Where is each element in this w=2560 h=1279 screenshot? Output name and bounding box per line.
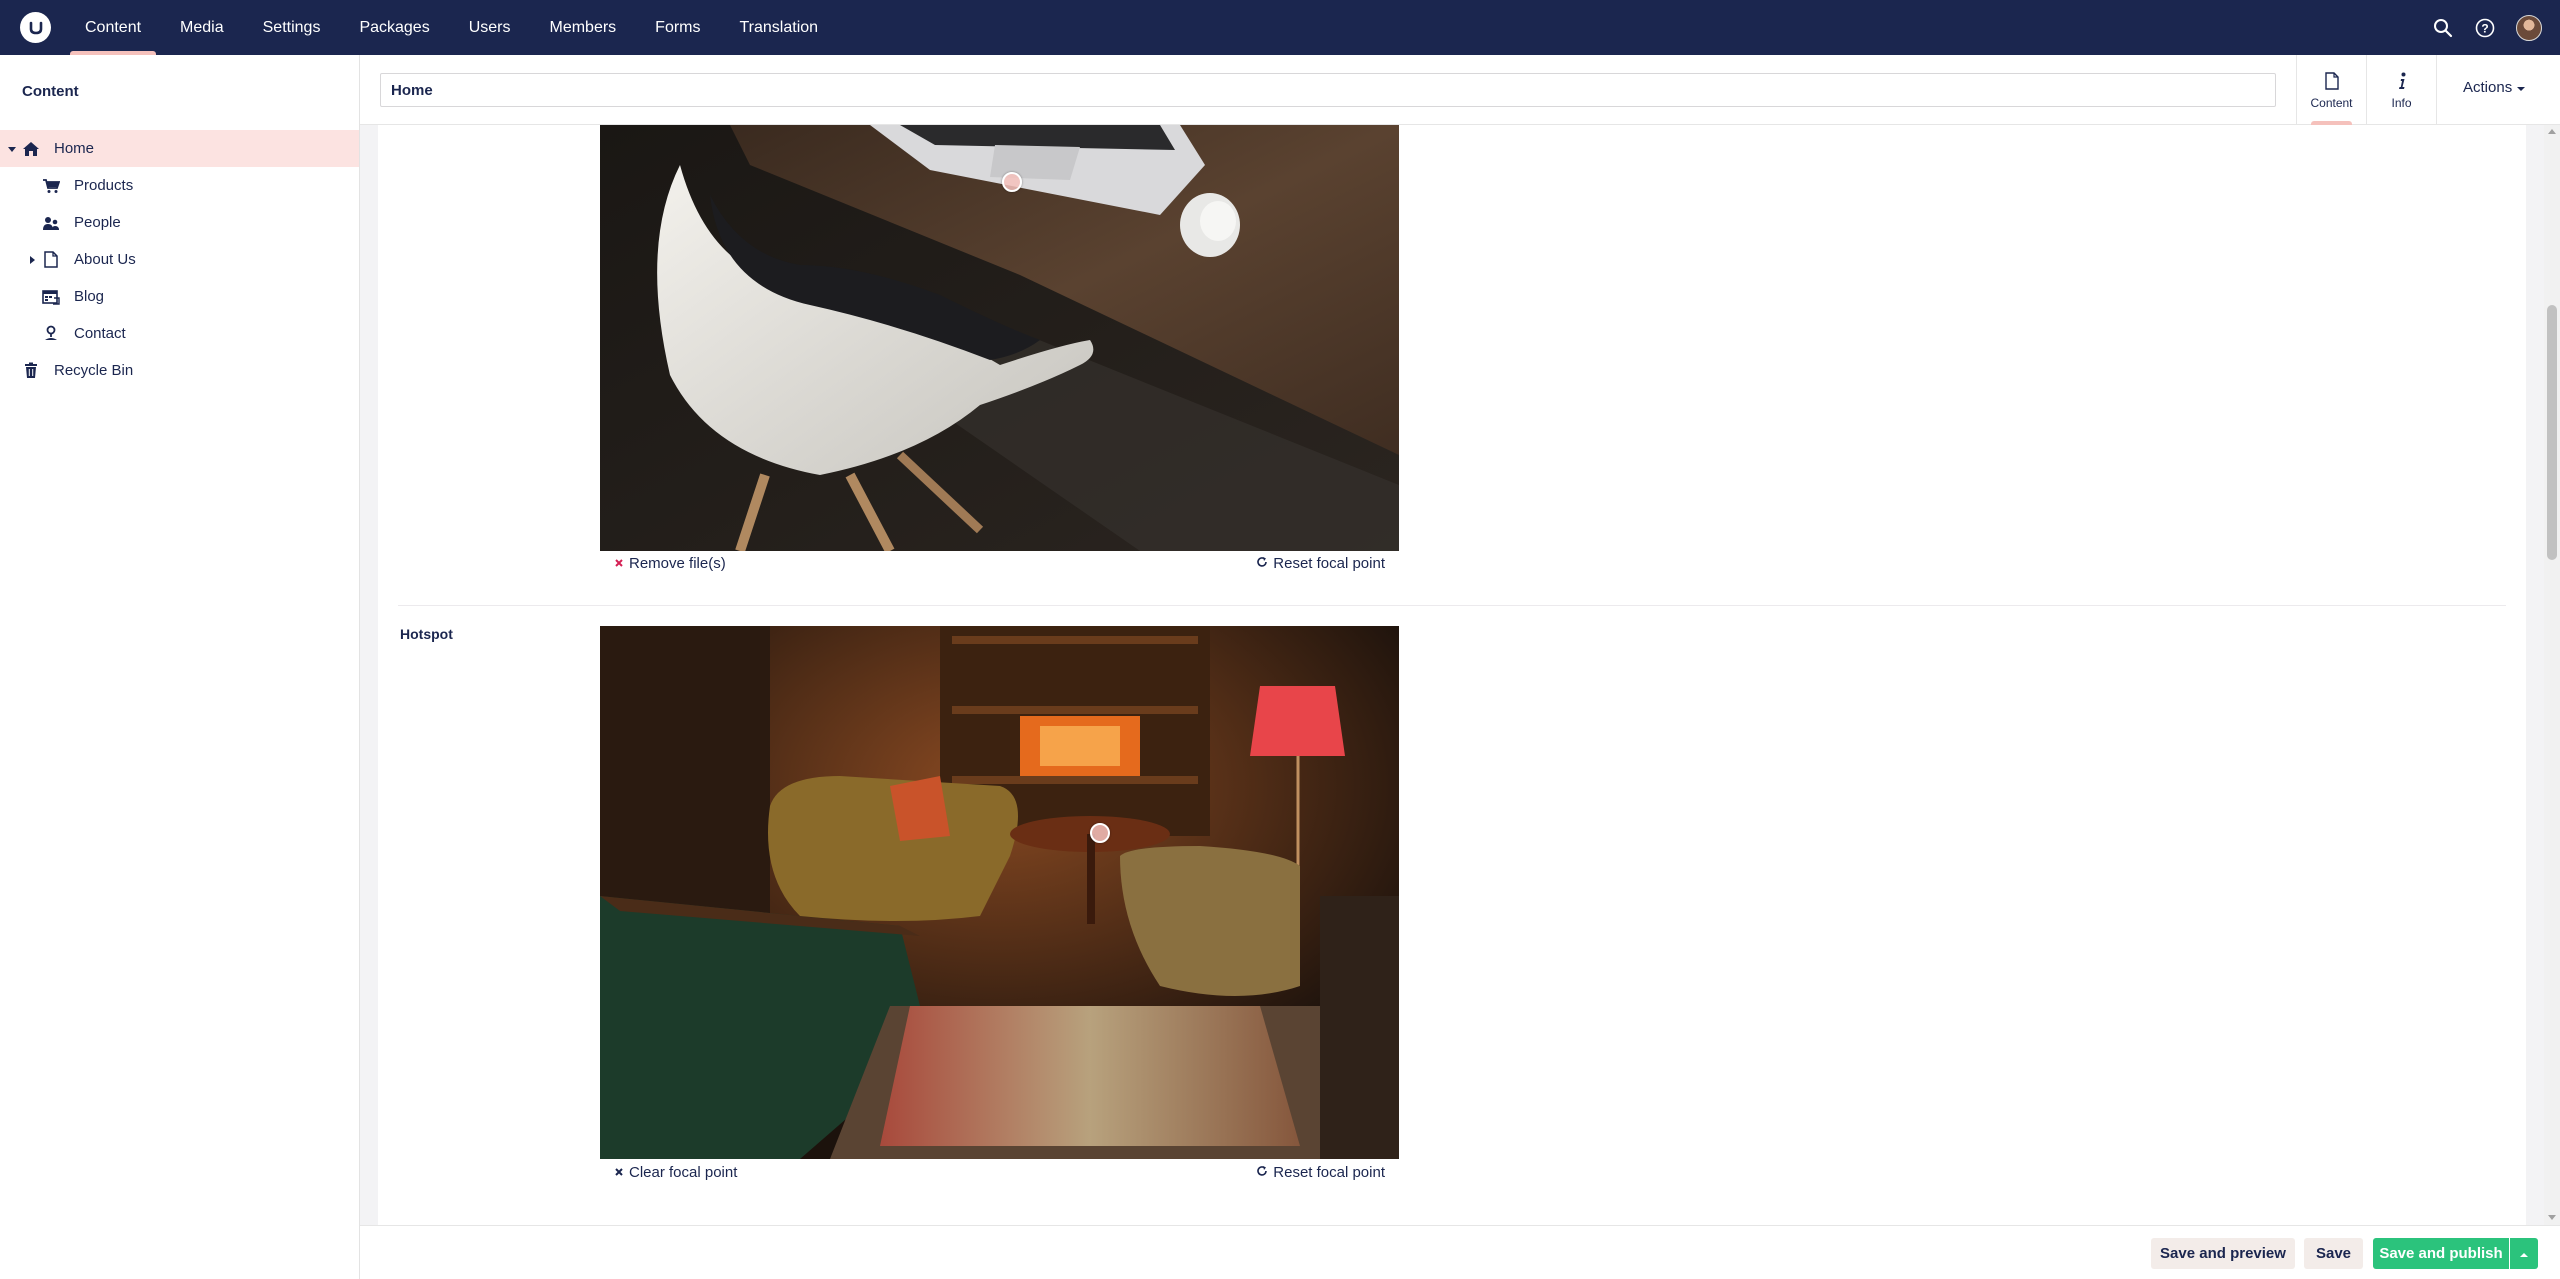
trash-icon [21,361,41,381]
remove-files-button[interactable]: Remove file(s) [614,555,726,572]
actions-label: Actions [2463,79,2513,96]
scroll-up-arrow-icon[interactable] [2548,129,2556,134]
tab-label: Info [2391,96,2412,110]
nav-label: Settings [262,18,321,36]
caret-down-icon[interactable] [7,144,17,154]
save-and-preview-button[interactable]: Save and preview [2151,1238,2295,1269]
nav-label: Members [549,18,617,36]
tree-item-label: Contact [74,325,126,342]
content-app-tabs: Content Info [2296,55,2436,125]
shopping-cart-icon [41,176,61,196]
remove-files-label: Remove file(s) [629,555,726,572]
image-cropper-hotspot[interactable] [600,626,1399,1159]
sidebar-title: Content [22,83,79,100]
calendar-news-icon [41,287,61,307]
reset-focal-point-button[interactable]: Reset focal point [1256,1164,1385,1181]
property-divider [398,605,2506,606]
help-icon[interactable]: ? [2474,17,2496,39]
tab-content[interactable]: Content [2296,55,2366,125]
nav-packages[interactable]: Packages [344,0,444,55]
home-icon [21,139,41,159]
nav-label: Forms [655,18,701,36]
document-icon [41,250,61,270]
tree-item-people[interactable]: People [0,204,359,241]
top-icons: ? [2432,0,2542,55]
tree-item-products[interactable]: Products [0,167,359,204]
tree-item-label: Blog [74,288,105,305]
nav-settings[interactable]: Settings [248,0,336,55]
content-tree-sidebar: Content Home Products People About Us Bl… [0,55,360,1279]
tree-item-label: About Us [74,251,136,268]
nav-label: Content [85,18,142,36]
nav-forms[interactable]: Forms [640,0,715,55]
focal-point-marker[interactable] [1002,172,1022,192]
map-pin-icon [41,324,61,344]
save-and-publish-button[interactable]: Save and publish [2373,1238,2509,1269]
document-icon [2324,70,2339,92]
close-icon [614,555,624,572]
people-icon [41,213,61,233]
nav-members[interactable]: Members [534,0,631,55]
save-label: Save [2315,1245,2352,1262]
tab-info[interactable]: Info [2366,55,2436,125]
content-editor-area: Remove file(s) Reset focal point Hotspot [360,125,2544,1225]
tree-item-contact[interactable]: Contact [0,315,359,352]
refresh-icon [1256,1164,1268,1181]
nav-content[interactable]: Content [70,0,157,55]
publish-options-toggle[interactable] [2510,1238,2538,1269]
image-cropper-office[interactable] [600,125,1399,551]
nav-label: Media [180,18,224,36]
focal-point-marker[interactable] [1090,823,1110,843]
vertical-scrollbar[interactable] [2544,125,2560,1225]
refresh-icon [1256,555,1268,572]
clear-focal-point-button[interactable]: Clear focal point [614,1164,737,1181]
search-icon[interactable] [2432,17,2454,39]
section-nav: Content Media Settings Packages Users Me… [70,0,842,55]
reset-focal-point-button[interactable]: Reset focal point [1256,555,1385,572]
actions-button[interactable]: Actions [2463,79,2526,96]
content-panel: Remove file(s) Reset focal point Hotspot [378,125,2526,1225]
save-and-preview-label: Save and preview [2160,1245,2286,1262]
nav-label: Users [468,18,511,36]
user-avatar[interactable] [2516,14,2542,41]
reset-focal-point-label: Reset focal point [1273,555,1385,572]
tree-item-home[interactable]: Home [0,130,359,167]
tree-item-label: Recycle Bin [54,362,134,379]
save-and-publish-label: Save and publish [2379,1245,2503,1262]
tab-label: Content [2310,96,2353,110]
close-icon [614,1164,624,1181]
nav-label: Translation [739,18,819,36]
editor-footer: Save and preview Save Save and publish [360,1225,2560,1279]
caret-up-icon [2520,1245,2528,1262]
actions-container: Actions [2436,55,2560,125]
property-label-hotspot: Hotspot [400,626,453,642]
scroll-down-arrow-icon[interactable] [2548,1215,2556,1220]
tree-item-blog[interactable]: Blog [0,278,359,315]
clear-focal-point-label: Clear focal point [629,1164,738,1181]
umbraco-logo-icon[interactable] [20,12,51,43]
tree-item-recycle-bin[interactable]: Recycle Bin [0,352,359,389]
editor-header: Content Info Actions [360,55,2560,125]
nav-users[interactable]: Users [454,0,526,55]
image-actions: Clear focal point Reset focal point [600,1164,1399,1184]
reset-focal-point-label: Reset focal point [1273,1164,1385,1181]
scroll-thumb[interactable] [2547,305,2557,560]
tree-item-label: Home [54,140,95,157]
save-button[interactable]: Save [2304,1238,2363,1269]
node-name-input[interactable] [380,73,2276,107]
info-icon [2397,70,2407,92]
svg-text:?: ? [2481,21,2488,35]
nav-media[interactable]: Media [165,0,239,55]
nav-translation[interactable]: Translation [725,0,834,55]
nav-label: Packages [359,18,430,36]
chevron-down-icon [2517,79,2526,96]
top-navigation-bar: Content Media Settings Packages Users Me… [0,0,2560,55]
tree-item-label: Products [74,177,134,194]
tree-item-about-us[interactable]: About Us [0,241,359,278]
tree-item-label: People [74,214,121,231]
content-tree: Home Products People About Us Blog Conta… [0,130,359,389]
caret-right-icon[interactable] [27,255,37,265]
image-actions: Remove file(s) Reset focal point [600,555,1399,575]
